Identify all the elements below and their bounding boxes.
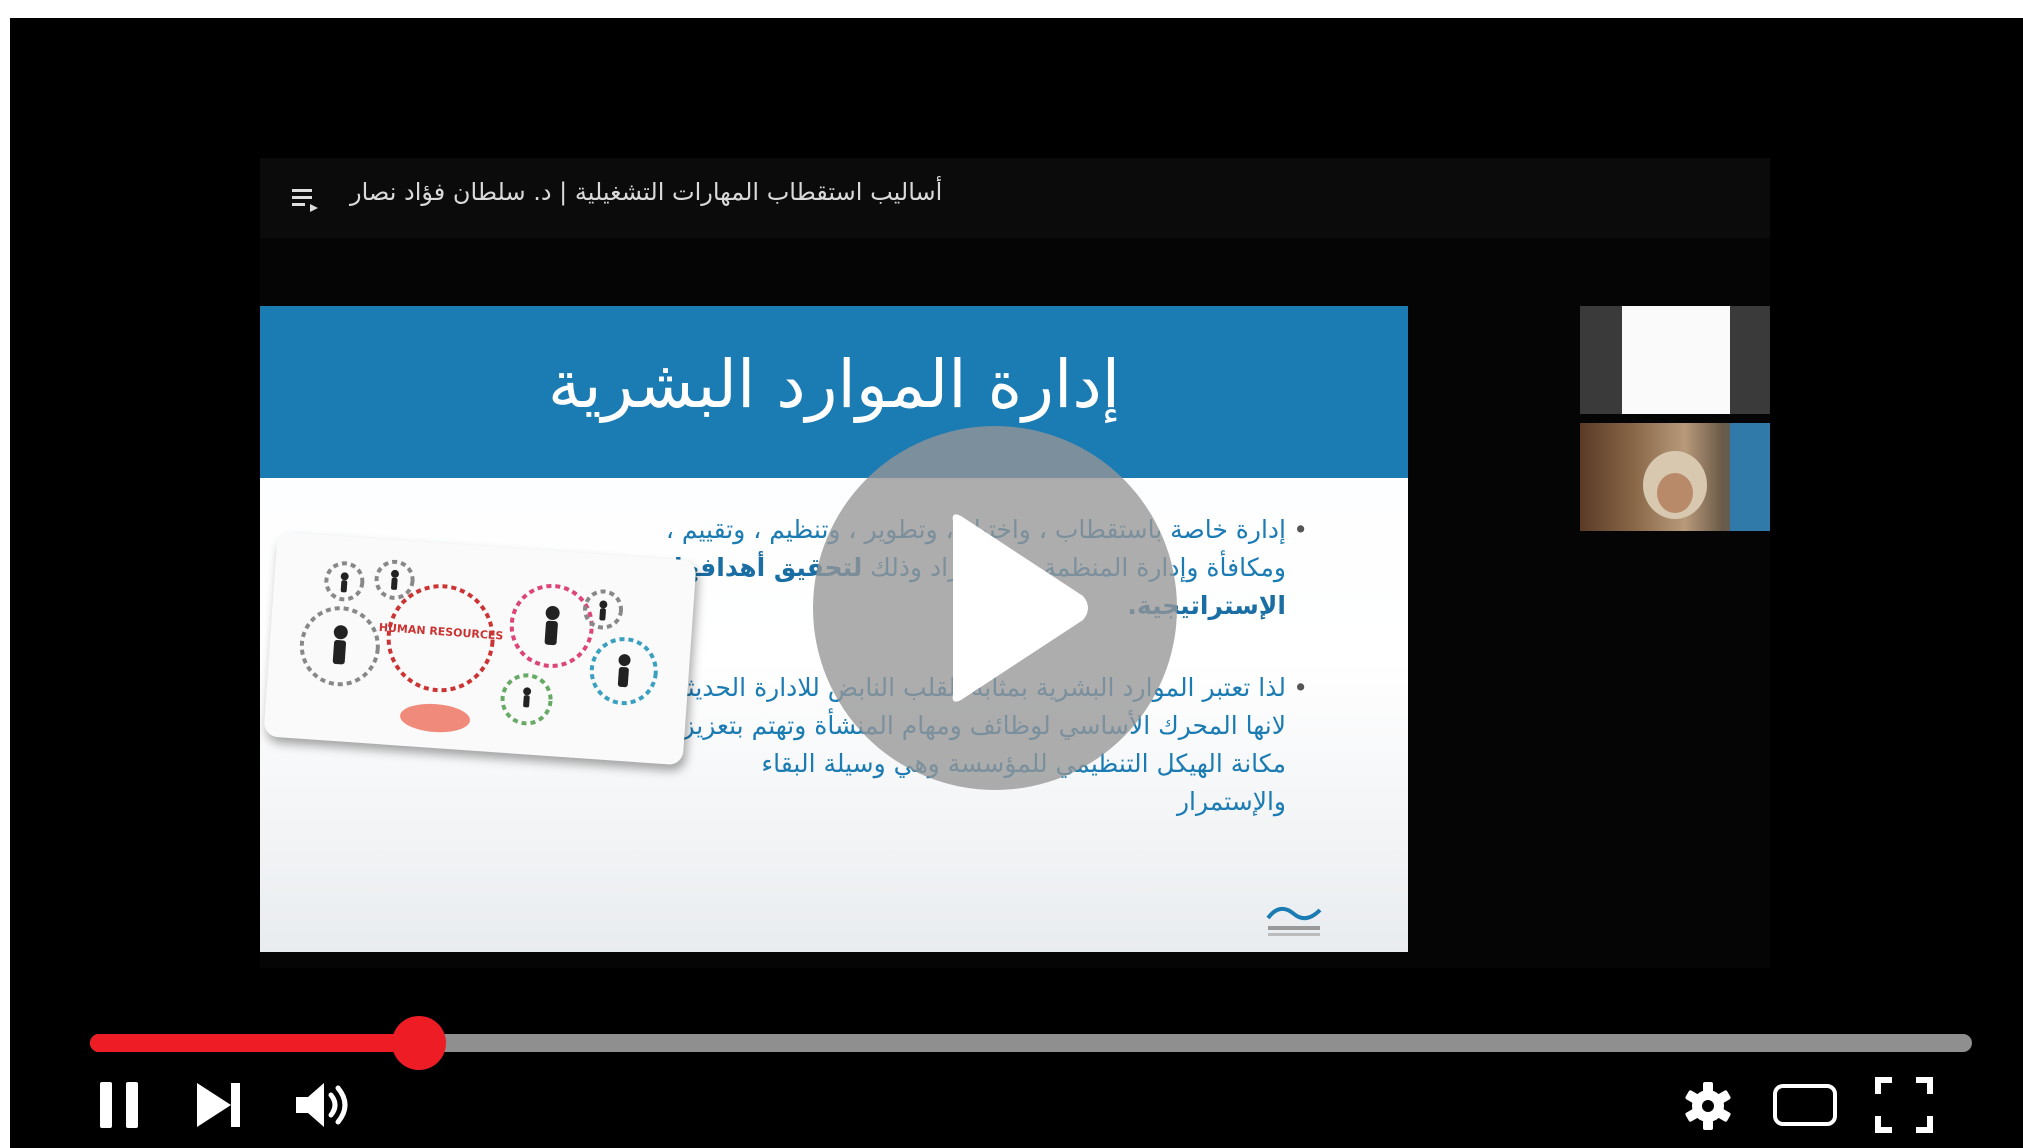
- progress-played: [90, 1034, 420, 1052]
- slide-logo: [1260, 896, 1330, 940]
- theater-icon: [1773, 1084, 1837, 1126]
- playlist-icon[interactable]: [290, 186, 320, 218]
- fullscreen-icon: [1875, 1077, 1933, 1133]
- progress-bar[interactable]: [90, 1016, 1972, 1070]
- volume-icon: [296, 1083, 348, 1127]
- volume-button[interactable]: [292, 1078, 356, 1136]
- settings-icon: [1685, 1082, 1731, 1130]
- fullscreen-button[interactable]: [1874, 1076, 1934, 1138]
- human-resources-image: HUMAN RESOURCES: [263, 531, 697, 766]
- next-icon: [197, 1083, 240, 1127]
- progress-scrubber[interactable]: [392, 1016, 447, 1070]
- participant-thumbnail-screen: [1580, 306, 1770, 414]
- pause-icon: [100, 1082, 138, 1128]
- theater-mode-button[interactable]: [1772, 1080, 1838, 1134]
- hr-image-label: HUMAN RESOURCES: [378, 621, 503, 643]
- slide-title: إدارة الموارد البشرية: [547, 346, 1121, 423]
- participant-thumbnail-camera: [1580, 423, 1770, 531]
- video-title[interactable]: أساليب استقطاب المهارات التشغيلية | د. س…: [350, 178, 942, 206]
- video-title-bar: أساليب استقطاب المهارات التشغيلية | د. س…: [260, 158, 1770, 238]
- next-button[interactable]: [191, 1078, 247, 1136]
- pause-button[interactable]: [96, 1078, 144, 1136]
- play-button[interactable]: [813, 426, 1177, 790]
- play-icon: [952, 514, 1088, 702]
- settings-button[interactable]: [1682, 1080, 1734, 1136]
- video-player[interactable]: أساليب استقطاب المهارات التشغيلية | د. س…: [10, 18, 2023, 1148]
